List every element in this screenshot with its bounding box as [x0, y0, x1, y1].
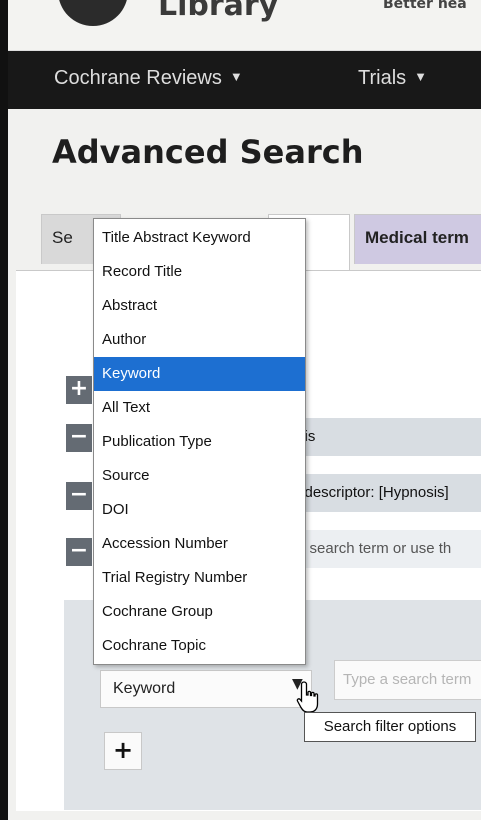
search-term-input[interactable]: Type a search term — [334, 660, 481, 700]
option-abstract[interactable]: Abstract — [94, 289, 305, 323]
remove-row-button[interactable]: − — [66, 424, 92, 452]
nav-cochrane-reviews[interactable]: Cochrane Reviews ▼ — [54, 67, 243, 90]
nav-trials-label: Trials — [358, 67, 407, 89]
site-header: Library Better hea — [8, 0, 481, 51]
remove-row-button[interactable]: − — [66, 538, 92, 566]
tooltip: Search filter options — [304, 712, 476, 742]
option-trial-registry-number[interactable]: Trial Registry Number — [94, 561, 305, 595]
main-nav: Cochrane Reviews ▼ Trials ▼ — [8, 51, 481, 109]
search-line-term[interactable]: sis — [293, 418, 481, 456]
search-field-select[interactable]: Keyword — [100, 670, 312, 708]
logo-text[interactable]: Library — [158, 0, 278, 23]
option-cochrane-group[interactable]: Cochrane Group — [94, 595, 305, 629]
caret-down-icon: ▼ — [229, 69, 243, 84]
nav-cochrane-reviews-label: Cochrane Reviews — [54, 67, 222, 89]
tagline: Better hea — [383, 0, 467, 12]
option-accession-number[interactable]: Accession Number — [94, 527, 305, 561]
page: Library Better hea Cochrane Reviews ▼ Tri… — [8, 0, 481, 820]
option-author[interactable]: Author — [94, 323, 305, 357]
cochrane-logo-icon[interactable] — [58, 0, 128, 26]
search-line-empty[interactable]: a search term or use th — [293, 530, 481, 568]
search-field-dropdown: Title Abstract Keyword Record Title Abst… — [93, 218, 306, 665]
option-all-text[interactable]: All Text — [94, 391, 305, 425]
option-title-abstract-keyword[interactable]: Title Abstract Keyword — [94, 221, 305, 255]
search-line-mesh[interactable]: l descriptor: [Hypnosis] — [293, 474, 481, 512]
nav-trials[interactable]: Trials ▼ — [358, 67, 427, 90]
option-source[interactable]: Source — [94, 459, 305, 493]
option-doi[interactable]: DOI — [94, 493, 305, 527]
option-keyword[interactable]: Keyword — [94, 357, 305, 391]
caret-down-icon: ▼ — [414, 69, 428, 84]
remove-row-button[interactable]: − — [66, 482, 92, 510]
add-row-button[interactable]: + — [66, 376, 92, 404]
page-title: Advanced Search — [52, 133, 364, 171]
add-search-line-button[interactable]: + — [104, 732, 142, 770]
option-record-title[interactable]: Record Title — [94, 255, 305, 289]
tab-medical-terms[interactable]: Medical term — [354, 214, 481, 264]
hand-cursor-icon — [296, 681, 319, 713]
option-cochrane-topic[interactable]: Cochrane Topic — [94, 629, 305, 663]
option-publication-type[interactable]: Publication Type — [94, 425, 305, 459]
